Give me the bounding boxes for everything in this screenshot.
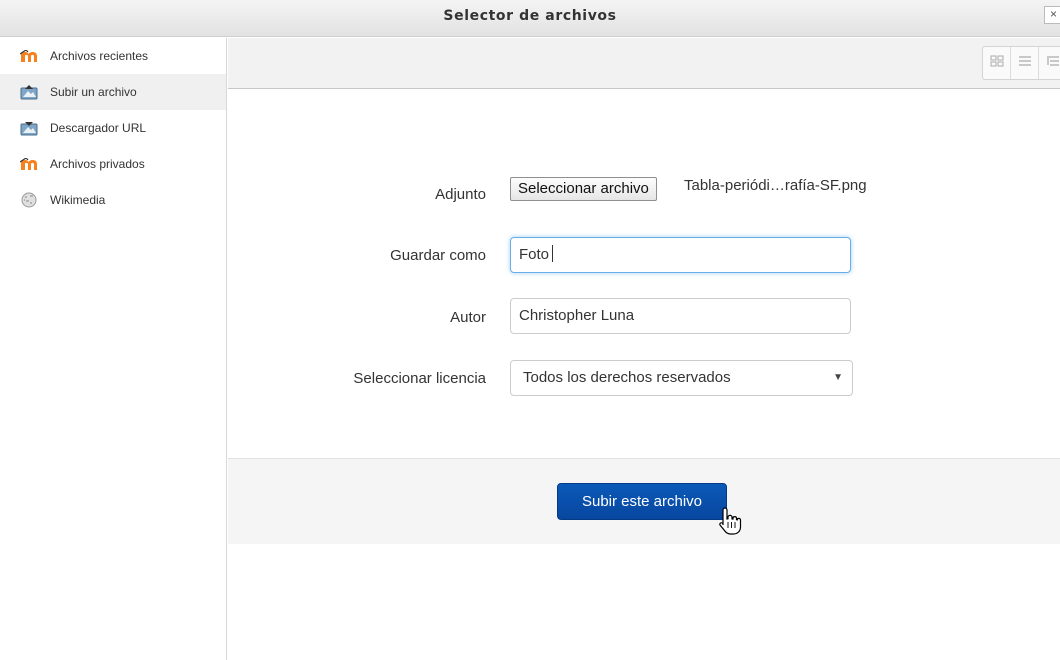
upload-form: Adjunto Seleccionar archivo Tabla-periód… <box>228 89 1060 458</box>
moodle-icon <box>20 48 38 64</box>
author-label: Autor <box>450 309 486 326</box>
save-as-value: Foto <box>519 246 550 263</box>
sidebar-item-private-files[interactable]: Archivos privados <box>0 146 226 182</box>
hand-pointer-icon <box>718 506 742 541</box>
upload-icon <box>20 84 38 100</box>
form-footer: Subir este archivo <box>228 458 1060 544</box>
dialog-titlebar: Selector de archivos × <box>0 0 1060 37</box>
author-input[interactable]: Christopher Luna <box>510 298 851 334</box>
view-mode-group <box>982 46 1060 80</box>
dialog-title: Selector de archivos <box>443 8 617 24</box>
save-as-input[interactable]: Foto <box>510 237 851 273</box>
sidebar-item-upload-file[interactable]: Subir un archivo <box>0 74 226 110</box>
url-download-icon <box>20 120 38 136</box>
sidebar-item-label: Archivos recientes <box>50 49 149 63</box>
license-selected-value: Todos los derechos reservados <box>523 369 731 386</box>
attachment-label: Adjunto <box>435 186 486 203</box>
sidebar-item-url-downloader[interactable]: Descargador URL <box>0 110 226 146</box>
icons-view-icon <box>990 54 1004 72</box>
sidebar-item-label: Subir un archivo <box>50 85 137 99</box>
upload-file-button[interactable]: Subir este archivo <box>557 483 727 520</box>
chosen-file-name: Tabla-periódi…rafía-SF.png <box>684 177 867 194</box>
close-button[interactable]: × <box>1044 6 1060 24</box>
list-view-icon <box>1018 54 1032 72</box>
sidebar-item-recent-files[interactable]: Archivos recientes <box>0 38 226 74</box>
icons-view-button[interactable] <box>983 47 1011 79</box>
list-view-button[interactable] <box>1011 47 1039 79</box>
tree-view-icon <box>1046 54 1060 72</box>
repository-sidebar: Archivos recientes Subir un archivo Desc… <box>0 38 227 660</box>
text-caret <box>552 245 554 262</box>
choose-file-button[interactable]: Seleccionar archivo <box>510 177 657 201</box>
file-picker-toolbar <box>228 38 1060 89</box>
sidebar-item-label: Archivos privados <box>50 157 145 171</box>
sidebar-item-label: Descargador URL <box>50 121 147 135</box>
sidebar-item-label: Wikimedia <box>50 193 106 207</box>
license-select[interactable]: Todos los derechos reservados ▼ <box>510 360 853 396</box>
chevron-down-icon: ▼ <box>833 372 843 383</box>
tree-view-button[interactable] <box>1039 47 1060 79</box>
sidebar-item-wikimedia[interactable]: Wikimedia <box>0 182 226 218</box>
wikimedia-icon <box>20 192 38 208</box>
license-label: Seleccionar licencia <box>353 370 486 387</box>
moodle-icon <box>20 156 38 172</box>
save-as-label: Guardar como <box>390 247 486 264</box>
